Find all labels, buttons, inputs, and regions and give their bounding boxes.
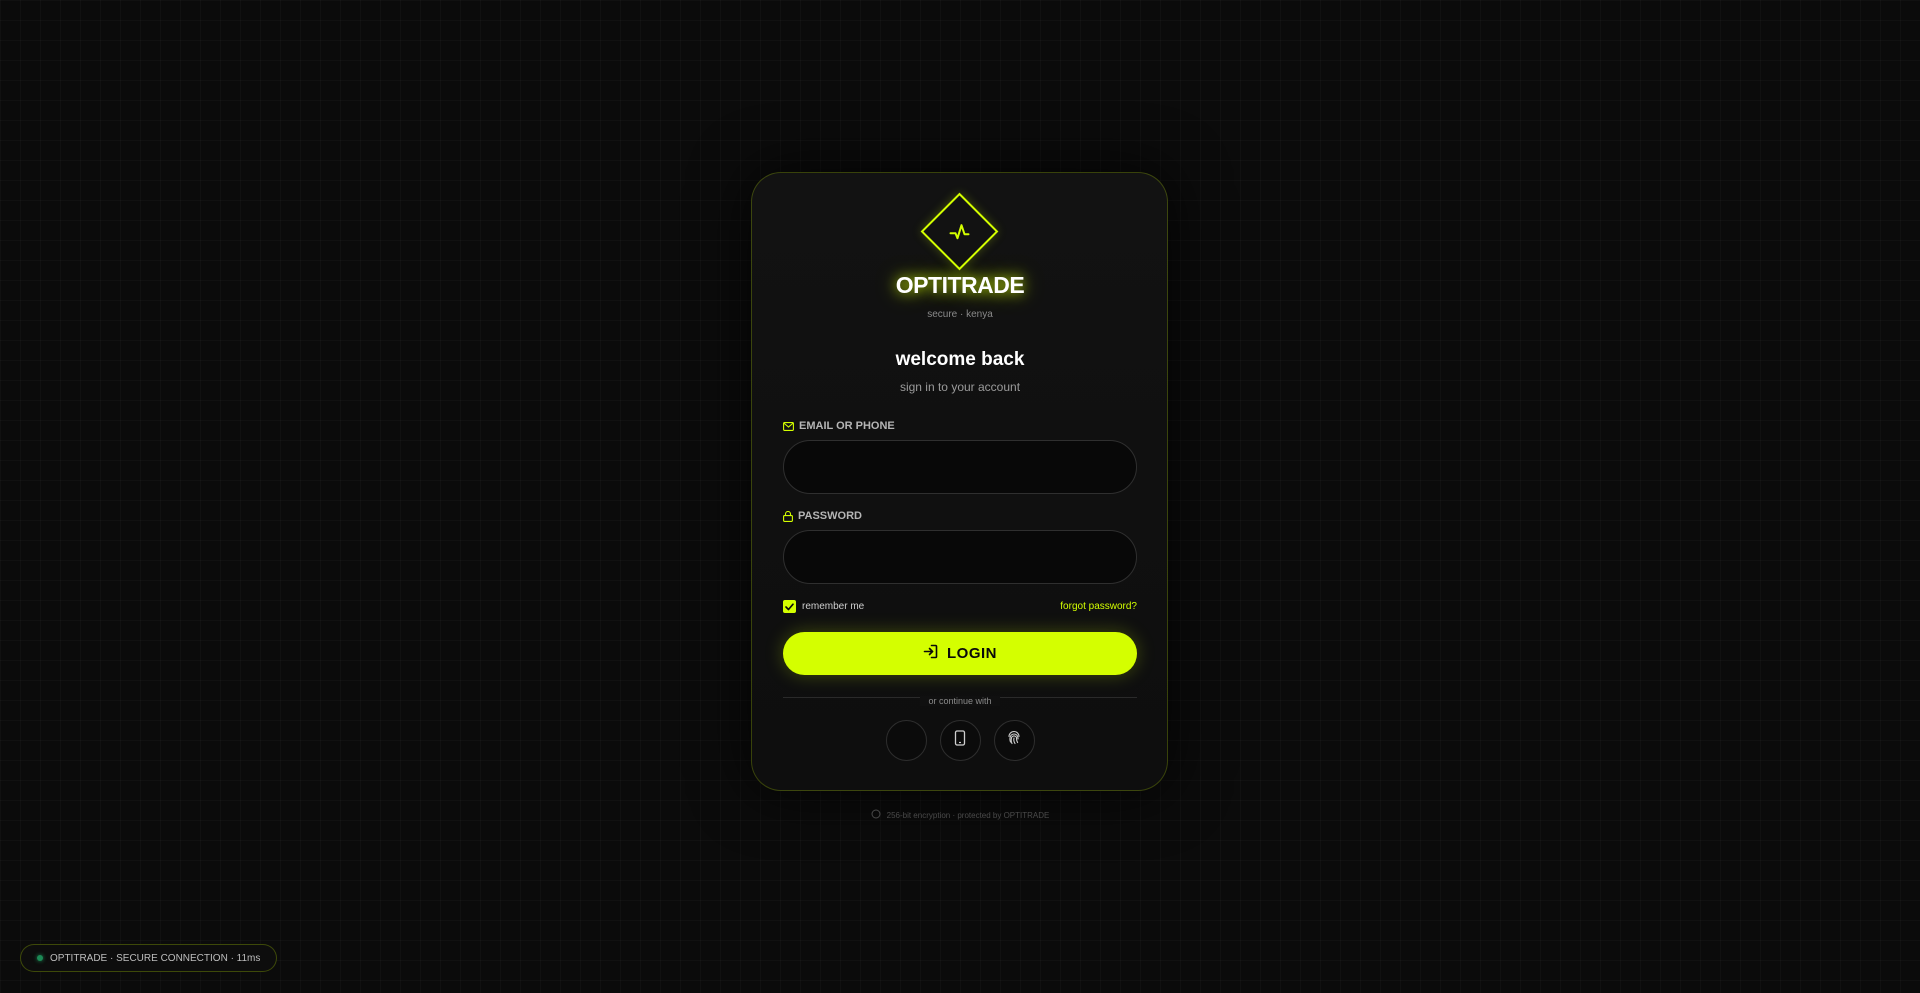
email-field[interactable] bbox=[783, 440, 1137, 494]
page-title: welcome back bbox=[895, 349, 1025, 370]
divider-label: or continue with bbox=[0, 691, 1920, 709]
pulse-logo-icon bbox=[920, 192, 999, 271]
mail-icon bbox=[783, 421, 794, 431]
status-dot-icon bbox=[37, 955, 43, 961]
brand-tagline: secure · kenya bbox=[927, 309, 993, 320]
remember-label: remember me bbox=[802, 601, 865, 612]
security-footer: 256-bit encryption · protected by OPTITR… bbox=[0, 809, 1920, 821]
email-label-text: EMAIL OR PHONE bbox=[799, 420, 895, 432]
logo bbox=[752, 192, 1167, 271]
alt-login-button-1[interactable] bbox=[885, 720, 927, 761]
login-icon bbox=[923, 644, 938, 663]
alt-login-fingerprint-button[interactable] bbox=[993, 720, 1035, 761]
alt-login-options bbox=[0, 720, 1920, 761]
login-label: LOGIN bbox=[947, 645, 997, 662]
password-label-text: PASSWORD bbox=[798, 510, 862, 522]
footer-note-text: 256-bit encryption · protected by OPTITR… bbox=[886, 810, 1050, 820]
password-field[interactable] bbox=[783, 530, 1137, 584]
login-button[interactable]: LOGIN bbox=[783, 632, 1137, 675]
remember-me[interactable]: remember me bbox=[783, 600, 864, 613]
alt-login-phone-button[interactable] bbox=[939, 720, 981, 761]
fingerprint-icon bbox=[1006, 730, 1022, 751]
connection-status: OPTITRADE · SECURE CONNECTION · 11ms bbox=[20, 944, 278, 972]
phone-icon bbox=[954, 730, 966, 751]
brand-name: OPTITRADE bbox=[895, 272, 1025, 298]
forgot-password-link[interactable]: forgot password? bbox=[1060, 601, 1137, 612]
page-subtitle: sign in to your account bbox=[899, 380, 1021, 394]
email-label: EMAIL OR PHONE bbox=[783, 420, 895, 432]
remember-checkbox[interactable] bbox=[783, 600, 796, 613]
password-label: PASSWORD bbox=[783, 510, 862, 522]
status-text: OPTITRADE · SECURE CONNECTION · 11ms bbox=[50, 952, 261, 964]
divider-text: or continue with bbox=[920, 696, 1000, 706]
shield-icon bbox=[871, 809, 881, 821]
lock-icon bbox=[783, 510, 793, 522]
